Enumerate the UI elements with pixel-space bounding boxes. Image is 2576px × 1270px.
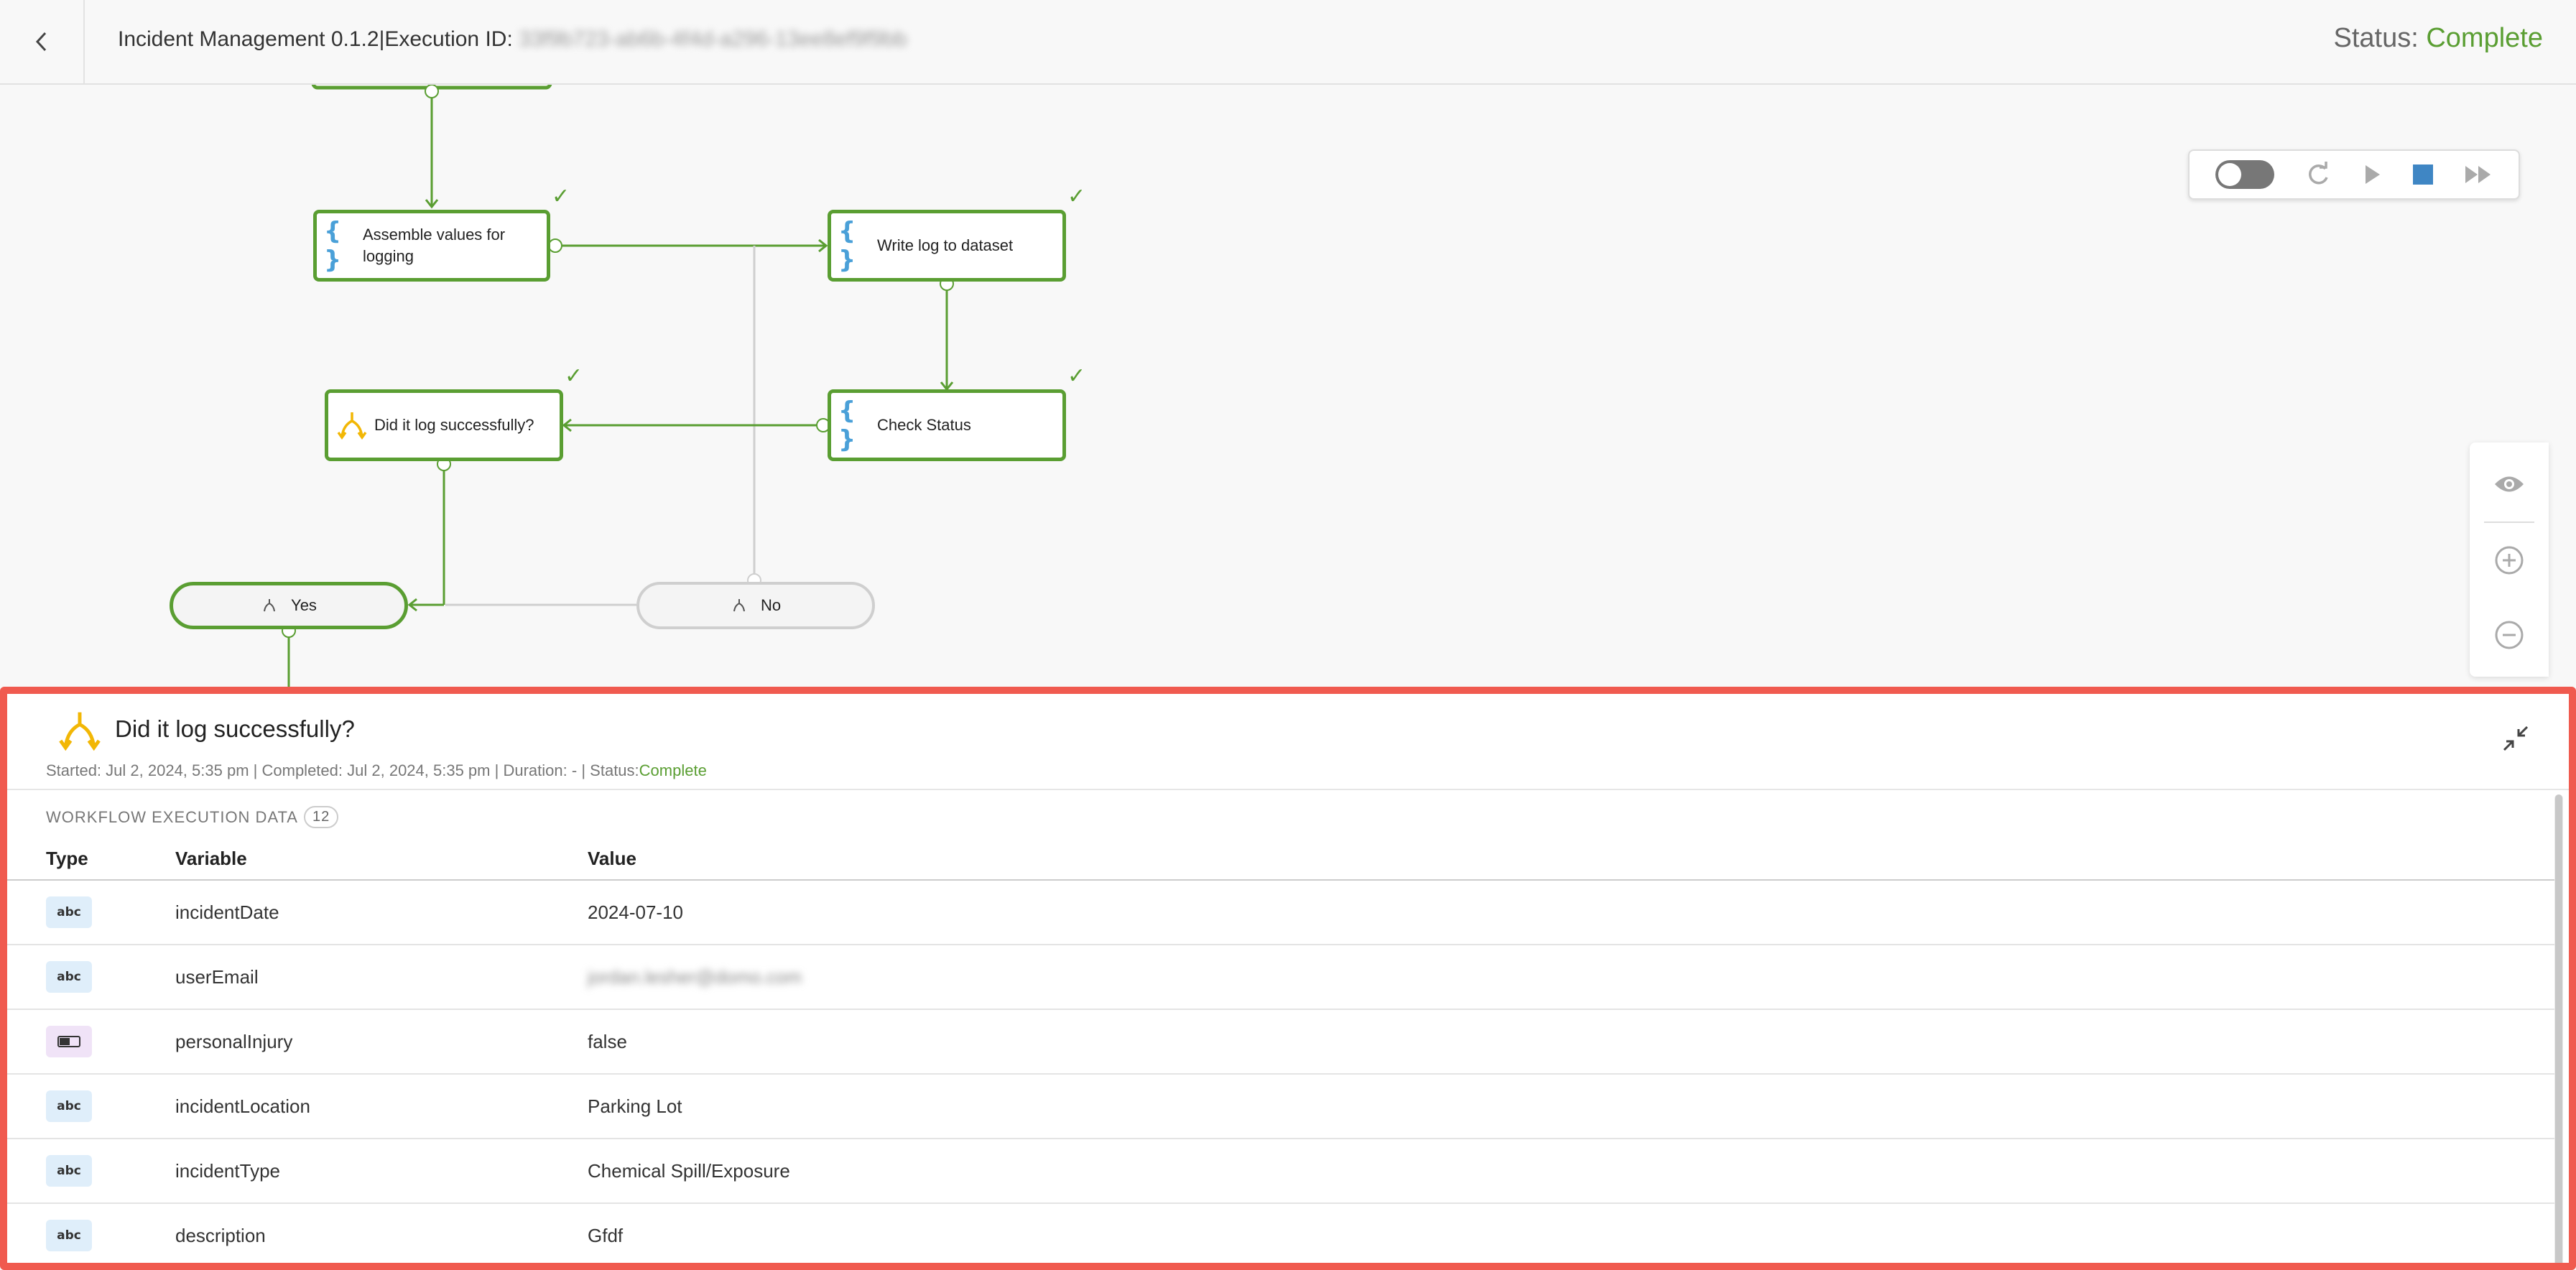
- debug-toggle[interactable]: [2215, 160, 2275, 189]
- started-value: Jul 2, 2024, 5:35 pm: [106, 761, 249, 779]
- step-detail-panel: Did it log successfully? Started: Jul 2,…: [0, 687, 2576, 1270]
- variable-cell: incidentType: [175, 1159, 280, 1182]
- table-row[interactable]: abc incidentLocation Parking Lot: [7, 1075, 2556, 1139]
- node-decision-logged[interactable]: Did it log successfully?: [325, 389, 563, 461]
- collapse-panel-button[interactable]: [2501, 724, 2530, 756]
- value-cell: jordan.lesher@domo.com: [588, 965, 802, 988]
- value-cell: false: [588, 1030, 627, 1052]
- duration-label: Duration:: [503, 761, 567, 779]
- started-label: Started:: [46, 761, 102, 779]
- workflow-status: Status: Complete: [2334, 23, 2544, 54]
- curly-braces-icon: { }: [838, 217, 856, 274]
- table-scrollbar[interactable]: [2554, 794, 2563, 1263]
- value-cell: Gfdf: [588, 1224, 624, 1246]
- node-label: Write log to dataset: [877, 236, 1014, 254]
- variable-cell: personalInjury: [175, 1030, 293, 1052]
- column-header-variable[interactable]: Variable: [175, 848, 588, 870]
- check-icon: ✓: [1067, 184, 1086, 209]
- section-label: WORKFLOW EXECUTION DATA 12: [46, 806, 339, 828]
- separator: |: [494, 761, 499, 779]
- type-cell: abc: [7, 896, 175, 928]
- value-cell: 2024-07-10: [588, 901, 683, 923]
- node-write-log[interactable]: { } Write log to dataset: [828, 210, 1066, 282]
- table-row[interactable]: abc description Gfdf: [7, 1204, 2556, 1263]
- branch-label: No: [760, 596, 782, 614]
- status-value: Complete: [2426, 23, 2543, 53]
- stop-icon[interactable]: [2411, 163, 2434, 186]
- branch-icon: [261, 597, 278, 614]
- completed-label: Completed:: [261, 761, 343, 779]
- curly-braces-icon: { }: [324, 217, 342, 274]
- table-row[interactable]: abc userEmail jordan.lesher@domo.com: [7, 945, 2556, 1010]
- detail-header: Did it log successfully? Started: Jul 2,…: [7, 694, 2569, 790]
- workflow-title: Incident Management 0.1.2|Execution ID:: [118, 27, 513, 51]
- decision-branch-icon: [57, 708, 102, 756]
- completed-value: Jul 2, 2024, 5:35 pm: [347, 761, 491, 779]
- value-cell: Parking Lot: [588, 1095, 682, 1117]
- node-assemble-values[interactable]: { } Assemble values for logging: [313, 210, 550, 282]
- execution-toolbar: [2188, 149, 2520, 200]
- play-icon[interactable]: [2361, 163, 2383, 186]
- separator: |: [253, 761, 258, 779]
- type-cell: [7, 1026, 175, 1057]
- string-type-icon: abc: [46, 896, 92, 928]
- status-label: Status:: [590, 761, 639, 779]
- eye-icon[interactable]: [2470, 448, 2549, 520]
- execution-id: 33f9b723-ab6b-4f4d-a296-13ee8ef9f9bb: [519, 27, 907, 51]
- detail-title: Did it log successfully?: [115, 715, 355, 742]
- column-header-type[interactable]: Type: [7, 848, 175, 870]
- string-type-icon: abc: [46, 1090, 92, 1122]
- curly-braces-icon: { }: [838, 397, 856, 454]
- variable-cell: incidentDate: [175, 901, 279, 923]
- table-row[interactable]: abc incidentDate 2024-07-10: [7, 881, 2556, 945]
- boolean-type-icon: [46, 1026, 92, 1057]
- branch-yes[interactable]: Yes: [170, 582, 408, 629]
- zoom-out-icon[interactable]: [2470, 599, 2549, 671]
- zoom-in-icon[interactable]: [2470, 524, 2549, 596]
- variable-cell: userEmail: [175, 965, 259, 988]
- chevron-left-icon: [35, 32, 47, 52]
- variable-cell: description: [175, 1224, 266, 1246]
- column-header-value[interactable]: Value: [588, 848, 2556, 870]
- branch-icon: [731, 597, 748, 614]
- node-label: Check Status: [877, 416, 971, 434]
- count-badge: 12: [303, 806, 339, 828]
- status-label: Status:: [2333, 23, 2419, 53]
- execution-data-table: Type Variable Value abc incidentDate 202…: [7, 838, 2556, 1263]
- check-icon: ✓: [1067, 363, 1086, 389]
- string-type-icon: abc: [46, 961, 92, 993]
- type-cell: abc: [7, 1155, 175, 1187]
- string-type-icon: abc: [46, 1220, 92, 1251]
- zoom-controls: [2470, 442, 2549, 677]
- value-cell: Chemical Spill/Exposure: [588, 1159, 790, 1182]
- type-cell: abc: [7, 1090, 175, 1122]
- branch-label: Yes: [291, 596, 317, 614]
- refresh-icon[interactable]: [2304, 160, 2332, 189]
- table-header: Type Variable Value: [7, 838, 2556, 881]
- string-type-icon: abc: [46, 1155, 92, 1187]
- page-title: Incident Management 0.1.2|Execution ID: …: [118, 27, 907, 52]
- decision-branch-icon: [335, 409, 369, 442]
- node-check-status[interactable]: { } Check Status: [828, 389, 1066, 461]
- node-label: Assemble values for logging: [363, 226, 506, 265]
- detail-meta: Started: Jul 2, 2024, 5:35 pm | Complete…: [46, 761, 707, 780]
- separator: |: [581, 761, 586, 779]
- node-label: Did it log successfully?: [374, 416, 534, 434]
- type-cell: abc: [7, 961, 175, 993]
- variable-cell: incidentLocation: [175, 1095, 310, 1117]
- duration-value: -: [571, 761, 578, 779]
- workflow-canvas[interactable]: { } Assemble values for logging ✓ { } Wr…: [0, 85, 2576, 688]
- section-title: WORKFLOW EXECUTION DATA: [46, 807, 298, 826]
- header-bar: Incident Management 0.1.2|Execution ID: …: [0, 0, 2576, 85]
- branch-no[interactable]: No: [636, 582, 875, 629]
- table-row[interactable]: abc incidentType Chemical Spill/Exposure: [7, 1139, 2556, 1204]
- collapse-icon: [2503, 726, 2529, 751]
- check-icon: ✓: [552, 184, 570, 209]
- back-button[interactable]: [0, 0, 85, 83]
- fast-forward-icon[interactable]: [2464, 164, 2493, 185]
- type-cell: abc: [7, 1220, 175, 1251]
- status-value: Complete: [639, 761, 707, 779]
- check-icon: ✓: [565, 363, 583, 389]
- table-row[interactable]: personalInjury false: [7, 1010, 2556, 1075]
